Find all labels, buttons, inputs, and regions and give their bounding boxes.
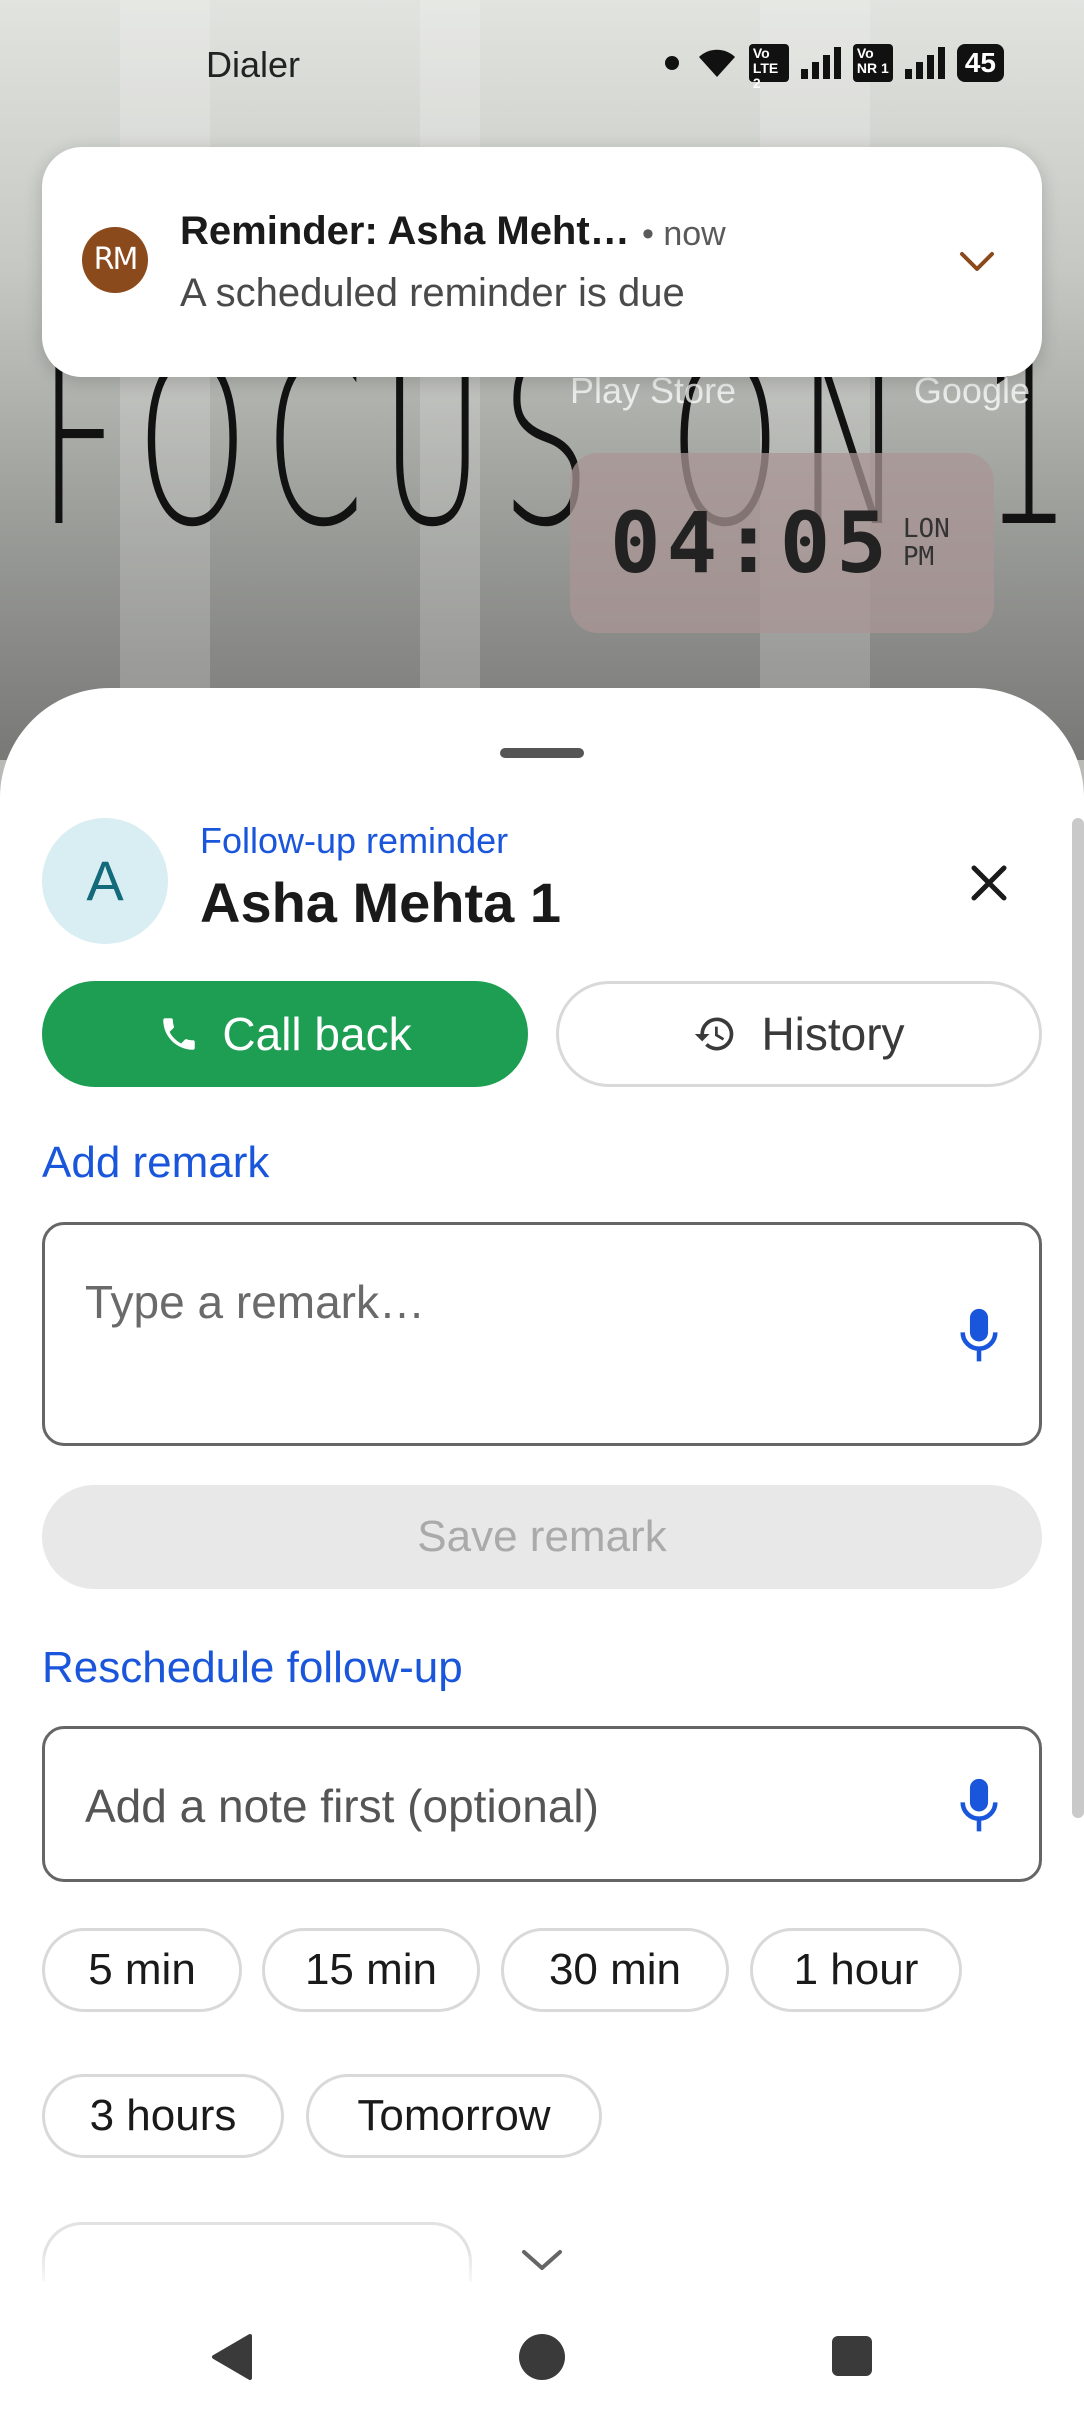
contact-avatar: A [42,818,168,944]
notification-avatar: RM [82,227,148,293]
chevron-down-icon[interactable] [518,2244,566,2274]
contact-name: Asha Mehta 1 [200,871,561,934]
status-bar: Dialer Vo LTE 2 Vo NR 1 45 [0,40,1084,91]
note-input[interactable]: Add a note first (optional) [42,1726,1042,1882]
history-label: History [761,1008,905,1060]
close-icon[interactable] [964,858,1014,908]
clock-ampm: PM [902,542,935,572]
sim1-signal-icon [800,47,841,79]
add-remark-heading: Add remark [42,1138,270,1187]
reminder-notification[interactable]: RM Reminder: Asha Meht… • now A schedule… [42,147,1042,377]
notification-title: Reminder: Asha Meht… [180,209,630,253]
sim2-signal-icon [904,47,945,79]
notification-time: • now [642,215,726,253]
sim2-network-icon: Vo NR 1 [852,44,893,82]
notification-text: A scheduled reminder is due [180,271,685,315]
drag-handle[interactable] [500,748,584,758]
chevron-down-icon[interactable] [952,242,1002,282]
mic-icon[interactable] [957,1307,1001,1365]
sim1-network-icon: Vo LTE 2 [748,44,789,91]
mic-icon[interactable] [957,1777,1001,1835]
scrollbar[interactable] [1072,818,1084,1818]
notification-dot-icon [664,56,679,70]
remark-input[interactable]: Type a remark… [42,1222,1042,1446]
reschedule-heading: Reschedule follow-up [42,1643,463,1692]
history-button[interactable]: History [556,981,1042,1087]
chip-1-hour[interactable]: 1 hour [750,1928,962,2012]
recents-icon[interactable] [832,2336,872,2376]
call-back-label: Call back [222,1008,412,1060]
wifi-icon [698,49,735,77]
follow-up-bottom-sheet: A Follow-up reminder Asha Mehta 1 Call b… [0,688,1084,2412]
sheet-subtitle: Follow-up reminder [200,820,509,861]
history-icon [695,1017,734,1051]
back-icon[interactable] [208,2332,256,2382]
chip-3-hours[interactable]: 3 hours [42,2074,284,2158]
battery-icon: 45 [956,44,1004,82]
status-app-name: Dialer [206,44,301,85]
home-icon[interactable] [519,2334,565,2380]
chip-15-min[interactable]: 15 min [262,1928,480,2012]
clock-zone: LON [902,514,950,544]
clock-widget[interactable]: 04:05 LON PM [570,453,994,633]
chip-5-min[interactable]: 5 min [42,1928,242,2012]
clock-time: 04:05 [610,494,893,592]
save-remark-button[interactable]: Save remark [42,1485,1042,1589]
note-placeholder: Add a note first (optional) [85,1780,599,1832]
phone-icon [163,1018,196,1050]
wallpaper: FOCUS ON 1 Play Store Google 04:05 LON P… [0,0,1084,760]
navigation-bar [0,2300,1084,2412]
chip-30-min[interactable]: 30 min [501,1928,729,2012]
chip-tomorrow[interactable]: Tomorrow [306,2074,602,2158]
remark-placeholder: Type a remark… [85,1276,425,1328]
call-back-button[interactable]: Call back [42,981,528,1087]
